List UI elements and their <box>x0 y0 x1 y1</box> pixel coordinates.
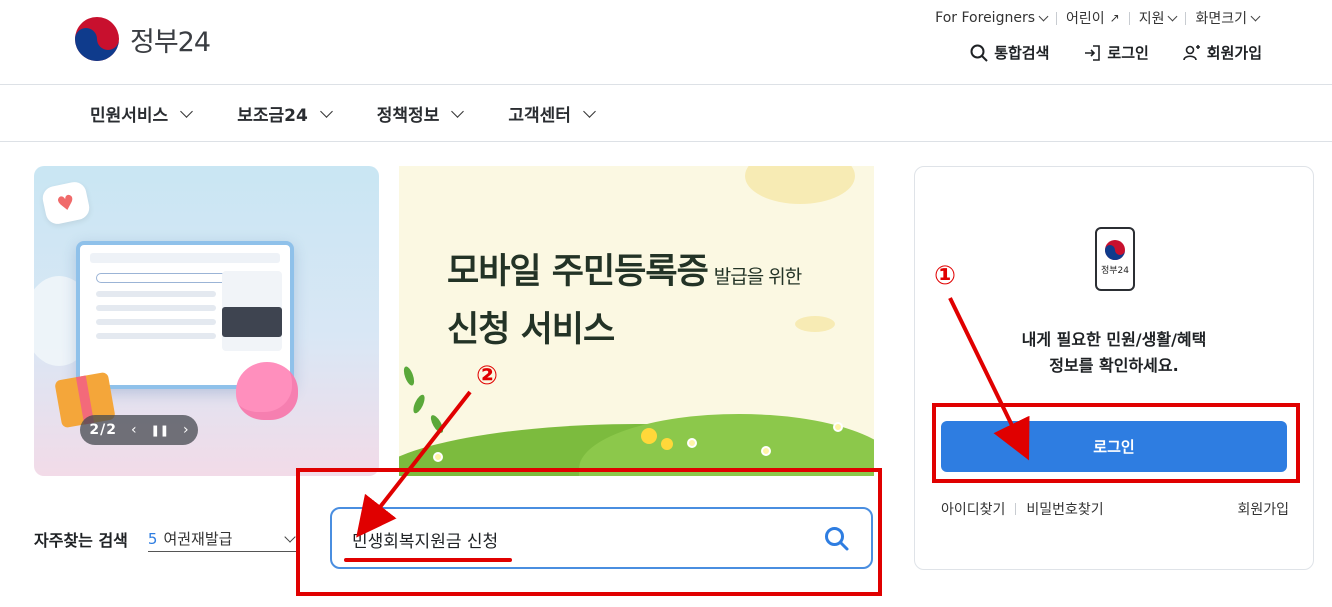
chevron-down-icon <box>1038 11 1049 21</box>
chevron-down-icon <box>180 104 194 118</box>
kids-link[interactable]: 어린이 ↗ <box>1057 8 1129 28</box>
chick-illustration <box>641 428 657 444</box>
frequent-search-select[interactable]: 5 여권재발급 <box>147 526 298 552</box>
header-signup-label: 회원가입 <box>1206 44 1262 62</box>
next-slide-icon[interactable]: › <box>183 422 189 438</box>
nav-policy-info[interactable]: 정책정보 <box>376 101 465 126</box>
leaf-illustration <box>411 393 427 415</box>
flower-illustration <box>761 446 771 456</box>
cloud-illustration <box>745 166 855 204</box>
banner-title: 모바일 주민등록증 발급을 위한 신청 서비스 <box>447 246 802 362</box>
frequent-search: 자주찾는 검색 5 여권재발급 <box>34 526 298 552</box>
previous-slide-icon[interactable]: ‹ <box>131 422 137 438</box>
kids-label: 어린이 <box>1066 11 1105 27</box>
chevron-down-icon <box>284 530 296 543</box>
nav-label: 보조금24 <box>237 105 308 126</box>
frequent-search-label: 자주찾는 검색 <box>34 531 128 550</box>
divider <box>1015 503 1017 515</box>
banner-title-sub: 발급을 위한 <box>713 266 802 288</box>
login-message: 내게 필요한 민원/생활/혜택 정보를 확인하세요. <box>915 327 1313 379</box>
support-menu[interactable]: 지원 <box>1130 8 1186 28</box>
frequent-search-keyword: 여권재발급 <box>163 530 233 548</box>
promo-banner-slider[interactable]: ♥ 2/2 ‹ ❚❚ › <box>34 166 379 476</box>
flower-illustration <box>433 452 443 462</box>
account-menu: 통합검색 로그인 회원가입 <box>970 42 1262 63</box>
chevron-down-icon <box>1168 11 1178 21</box>
site-logo[interactable]: 정부24 <box>74 16 211 62</box>
taegeuk-emblem-icon <box>75 17 119 61</box>
add-user-icon <box>1182 44 1200 60</box>
external-link-icon: ↗ <box>1109 11 1120 25</box>
header-login-label: 로그인 <box>1107 44 1149 62</box>
flower-illustration <box>833 422 843 432</box>
utility-menu: For Foreigners 어린이 ↗ 지원 화면크기 <box>926 8 1268 28</box>
nav-label: 민원서비스 <box>90 105 169 126</box>
header-signup-link[interactable]: 회원가입 <box>1182 42 1262 63</box>
login-message-line2: 정보를 확인하세요. <box>1049 356 1179 375</box>
leaf-illustration <box>428 413 446 435</box>
login-panel: 정부24 내게 필요한 민원/생활/혜택 정보를 확인하세요. 로그인 아이디찾… <box>914 166 1314 570</box>
annotation-underline <box>344 558 512 562</box>
frequent-search-rank: 5 <box>147 529 158 548</box>
annotation-step-2: ② <box>475 361 498 391</box>
flower-illustration <box>687 438 697 448</box>
nav-subsidy24[interactable]: 보조금24 <box>237 101 333 126</box>
heart-illustration <box>236 362 298 420</box>
signup-link[interactable]: 회원가입 <box>1237 499 1289 519</box>
heart-bubble-icon: ♥ <box>40 179 92 227</box>
integrated-search-link[interactable]: 통합검색 <box>970 42 1049 63</box>
find-password-link[interactable]: 비밀번호찾기 <box>1026 499 1103 519</box>
leaf-illustration <box>401 365 417 387</box>
chevron-down-icon <box>451 104 465 118</box>
screen-size-label: 화면크기 <box>1195 11 1247 27</box>
foreigners-link[interactable]: For Foreigners <box>926 10 1056 26</box>
phone-label: 정부24 <box>1100 266 1129 276</box>
annotation-highlight-search <box>296 468 882 596</box>
nav-label: 정책정보 <box>376 105 440 126</box>
login-links: 아이디찾기 비밀번호찾기 회원가입 <box>941 499 1289 519</box>
slide-counter: 2/2 <box>89 422 117 438</box>
nav-customer-center[interactable]: 고객센터 <box>508 101 596 126</box>
slide-controls: 2/2 ‹ ❚❚ › <box>80 415 198 445</box>
logo-text: 정부24 <box>130 26 211 58</box>
screen-size-menu[interactable]: 화면크기 <box>1186 8 1268 28</box>
chevron-down-icon <box>319 104 333 118</box>
nav-label: 고객센터 <box>508 105 571 126</box>
header: 정부24 For Foreigners 어린이 ↗ 지원 화면크기 통합검색 로… <box>0 0 1332 85</box>
find-id-link[interactable]: 아이디찾기 <box>941 499 1005 519</box>
main-navigation: 민원서비스 보조금24 정책정보 고객센터 <box>0 85 1332 142</box>
annotation-highlight-login <box>932 403 1300 483</box>
chevron-down-icon <box>1250 11 1261 21</box>
support-label: 지원 <box>1138 11 1165 27</box>
login-icon <box>1085 44 1101 61</box>
banner-title-service: 신청 서비스 <box>447 310 615 350</box>
mobile-phone-icon: 정부24 <box>1095 227 1135 291</box>
taegeuk-emblem-icon <box>1105 240 1125 260</box>
login-message-line1: 내게 필요한 민원/생활/혜택 <box>1021 330 1207 349</box>
foreigners-label: For Foreigners <box>935 10 1035 26</box>
chevron-down-icon <box>583 104 596 118</box>
nav-civil-service[interactable]: 민원서비스 <box>90 101 194 126</box>
mobile-id-banner[interactable]: 모바일 주민등록증 발급을 위한 신청 서비스 <box>399 166 874 476</box>
search-icon <box>970 44 988 62</box>
header-login-link[interactable]: 로그인 <box>1083 42 1149 63</box>
banner-title-main: 모바일 주민등록증 <box>447 252 709 292</box>
pause-icon[interactable]: ❚❚ <box>151 424 169 437</box>
integrated-search-label: 통합검색 <box>994 44 1050 62</box>
annotation-step-1: ① <box>933 261 956 291</box>
chick-illustration <box>661 438 673 450</box>
